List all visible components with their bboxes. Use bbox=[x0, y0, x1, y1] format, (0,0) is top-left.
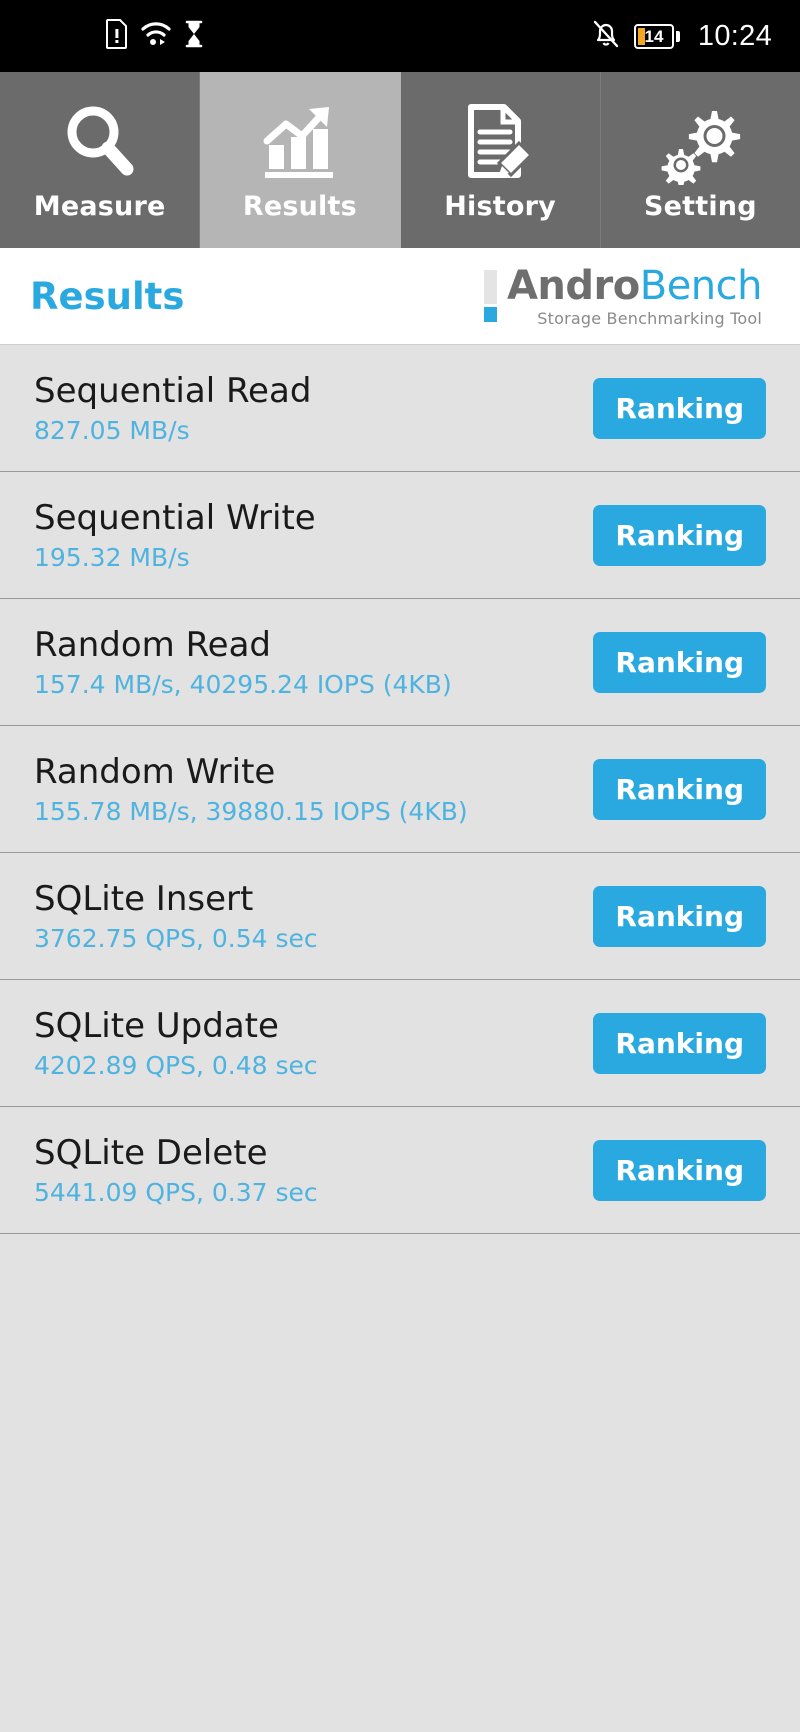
wifi-icon bbox=[141, 20, 171, 52]
ranking-button[interactable]: Ranking bbox=[593, 631, 766, 693]
ranking-button[interactable]: Ranking bbox=[593, 1012, 766, 1074]
gears-icon bbox=[657, 99, 743, 185]
logo-andro-text: Andro bbox=[506, 263, 640, 309]
status-bar: 14 10:24 bbox=[0, 0, 800, 72]
ranking-button[interactable]: Ranking bbox=[593, 758, 766, 820]
bar-chart-icon bbox=[257, 99, 343, 185]
logo-wordmark: AndroBench bbox=[506, 263, 763, 309]
ranking-button[interactable]: Ranking bbox=[593, 377, 766, 439]
table-row: SQLite Delete 5441.09 QPS, 0.37 sec Rank… bbox=[0, 1107, 800, 1234]
tab-history[interactable]: History bbox=[401, 72, 601, 248]
tab-results-label: Results bbox=[242, 190, 357, 222]
result-value: 5441.09 QPS, 0.37 sec bbox=[34, 1178, 318, 1207]
ranking-button[interactable]: Ranking bbox=[593, 504, 766, 566]
table-row: Random Write 155.78 MB/s, 39880.15 IOPS … bbox=[0, 726, 800, 853]
tab-measure[interactable]: Measure bbox=[0, 72, 201, 248]
page-header: Results AndroBench Storage Benchmarking … bbox=[0, 248, 800, 345]
status-bar-right-icons: 14 10:24 bbox=[592, 19, 772, 53]
tab-setting-label: Setting bbox=[643, 190, 757, 222]
result-title: Sequential Write bbox=[34, 498, 316, 538]
table-row: Sequential Write 195.32 MB/s Ranking bbox=[0, 472, 800, 599]
result-value: 4202.89 QPS, 0.48 sec bbox=[34, 1051, 318, 1080]
result-value: 157.4 MB/s, 40295.24 IOPS (4KB) bbox=[34, 670, 452, 699]
status-bar-left-icons bbox=[106, 19, 204, 53]
sim-alert-icon bbox=[106, 19, 128, 53]
hourglass-icon bbox=[184, 20, 204, 52]
result-title: SQLite Delete bbox=[34, 1133, 268, 1173]
table-row: SQLite Update 4202.89 QPS, 0.48 sec Rank… bbox=[0, 980, 800, 1107]
logo-tagline: Storage Benchmarking Tool bbox=[537, 309, 762, 328]
tab-measure-label: Measure bbox=[33, 190, 166, 222]
tab-history-label: History bbox=[444, 190, 556, 222]
tab-bar: Measure Results History Setting bbox=[0, 72, 800, 248]
result-value: 195.32 MB/s bbox=[34, 543, 190, 572]
result-value: 155.78 MB/s, 39880.15 IOPS (4KB) bbox=[34, 797, 468, 826]
result-title: Sequential Read bbox=[34, 371, 312, 411]
ranking-button[interactable]: Ranking bbox=[593, 885, 766, 947]
logo-bench-text: Bench bbox=[639, 263, 763, 309]
search-icon bbox=[57, 99, 143, 185]
table-row: Random Read 157.4 MB/s, 40295.24 IOPS (4… bbox=[0, 599, 800, 726]
result-title: Random Write bbox=[34, 752, 276, 792]
table-row: SQLite Insert 3762.75 QPS, 0.54 sec Rank… bbox=[0, 853, 800, 980]
result-title: SQLite Update bbox=[34, 1006, 279, 1046]
result-title: SQLite Insert bbox=[34, 879, 254, 919]
battery-icon: 14 bbox=[633, 23, 680, 49]
androbench-logo: AndroBench Storage Benchmarking Tool bbox=[483, 263, 770, 328]
result-value: 827.05 MB/s bbox=[34, 416, 190, 445]
result-title: Random Read bbox=[34, 625, 272, 665]
battery-level-text: 14 bbox=[644, 26, 664, 46]
tab-results[interactable]: Results bbox=[200, 72, 401, 248]
logo-mark-icon bbox=[483, 270, 497, 322]
document-edit-icon bbox=[457, 99, 543, 185]
ranking-button[interactable]: Ranking bbox=[593, 1139, 766, 1201]
status-bar-clock: 10:24 bbox=[697, 19, 772, 52]
app-screen: 14 10:24 Measure Results History Setting… bbox=[0, 0, 800, 1732]
tab-setting[interactable]: Setting bbox=[601, 72, 800, 248]
page-title: Results bbox=[30, 274, 185, 318]
table-row: Sequential Read 827.05 MB/s Ranking bbox=[0, 345, 800, 472]
results-list: Sequential Read 827.05 MB/s Ranking Sequ… bbox=[0, 345, 800, 1234]
result-value: 3762.75 QPS, 0.54 sec bbox=[34, 924, 318, 953]
mute-bell-icon bbox=[592, 19, 620, 53]
